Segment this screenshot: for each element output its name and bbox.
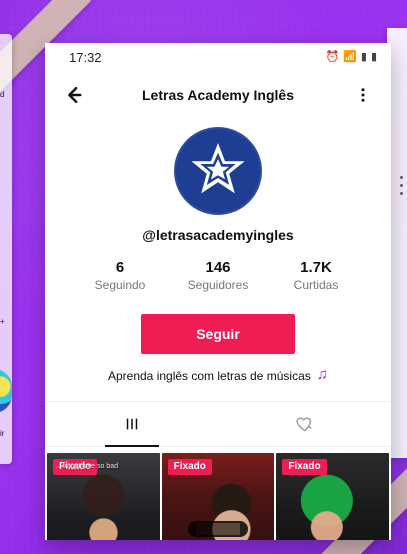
- stat-likes-label: Curtidas: [293, 278, 339, 292]
- top-app-bar: Letras Academy Inglês: [45, 71, 391, 119]
- avatar[interactable]: [174, 127, 262, 215]
- left-partial-text-c: ir: [0, 429, 5, 438]
- bio: Aprenda inglês com letras de músicas ♫: [45, 366, 391, 383]
- stat-following-label: Seguindo: [94, 278, 146, 292]
- grid-icon: [126, 418, 137, 430]
- stat-likes-value: 1.7K: [300, 259, 332, 276]
- stat-followers-value: 146: [205, 259, 231, 276]
- video-thumbnail[interactable]: Fixado ... to get love so bad: [47, 453, 160, 540]
- pinned-badge: Fixado: [282, 459, 327, 475]
- left-partial-text-b: +: [0, 317, 5, 326]
- heart-outline-icon: [295, 417, 312, 432]
- status-time: 17:32: [69, 49, 102, 65]
- signal-icon: ▮: [360, 50, 367, 63]
- left-partial-text-a: d: [0, 90, 5, 99]
- stat-followers[interactable]: 146 Seguidores: [178, 259, 258, 292]
- stat-following-value: 6: [115, 259, 125, 276]
- video-overlay-text: ... to get love so bad: [55, 463, 119, 470]
- tab-videos[interactable]: [45, 402, 218, 447]
- video-thumbnail[interactable]: Fixado: [276, 453, 390, 540]
- follow-button[interactable]: Seguir: [141, 314, 295, 354]
- stat-likes[interactable]: 1.7K Curtidas: [276, 259, 356, 292]
- profile-tabs: [45, 401, 391, 447]
- wifi-icon: 📶: [343, 50, 357, 63]
- status-bar: 17:32 ⏰ 📶 ▮ ▮: [45, 43, 391, 71]
- left-partial-avatar: [0, 369, 12, 413]
- more-vertical-icon[interactable]: [351, 83, 375, 107]
- pinned-badge: Fixado: [167, 459, 212, 475]
- alarm-icon: ⏰: [325, 50, 340, 63]
- profile-section: @letrasacademyingles 6 Seguindo 146 Segu…: [45, 119, 391, 383]
- tab-liked[interactable]: [218, 402, 391, 446]
- right-partial-dot: [400, 176, 403, 179]
- video-grid: Fixado ... to get love so bad Fixado Fix…: [45, 447, 391, 540]
- phone-screen: 17:32 ⏰ 📶 ▮ ▮ Letras Academy Inglês @let…: [45, 43, 391, 540]
- stat-followers-label: Seguidores: [187, 278, 249, 292]
- left-partial-screen: d + ir: [0, 34, 12, 464]
- status-icons: ⏰ 📶 ▮ ▮: [325, 50, 377, 63]
- arrow-left-icon[interactable]: [61, 83, 85, 107]
- right-partial-dot: [400, 184, 403, 187]
- profile-stats: 6 Seguindo 146 Seguidores 1.7K Curtidas: [45, 259, 391, 292]
- star-logo-icon: [191, 143, 245, 194]
- music-note-icon: ♫: [316, 366, 328, 383]
- page-title: Letras Academy Inglês: [142, 87, 294, 103]
- username: @letrasacademyingles: [142, 227, 294, 243]
- stat-following[interactable]: 6 Seguindo: [80, 259, 160, 292]
- bio-text: Aprenda inglês com letras de músicas: [107, 368, 311, 383]
- right-partial-dot: [400, 192, 403, 195]
- video-thumbnail[interactable]: Fixado: [161, 453, 275, 540]
- battery-icon: ▮: [370, 50, 377, 63]
- sunglasses-graphic: [188, 521, 248, 537]
